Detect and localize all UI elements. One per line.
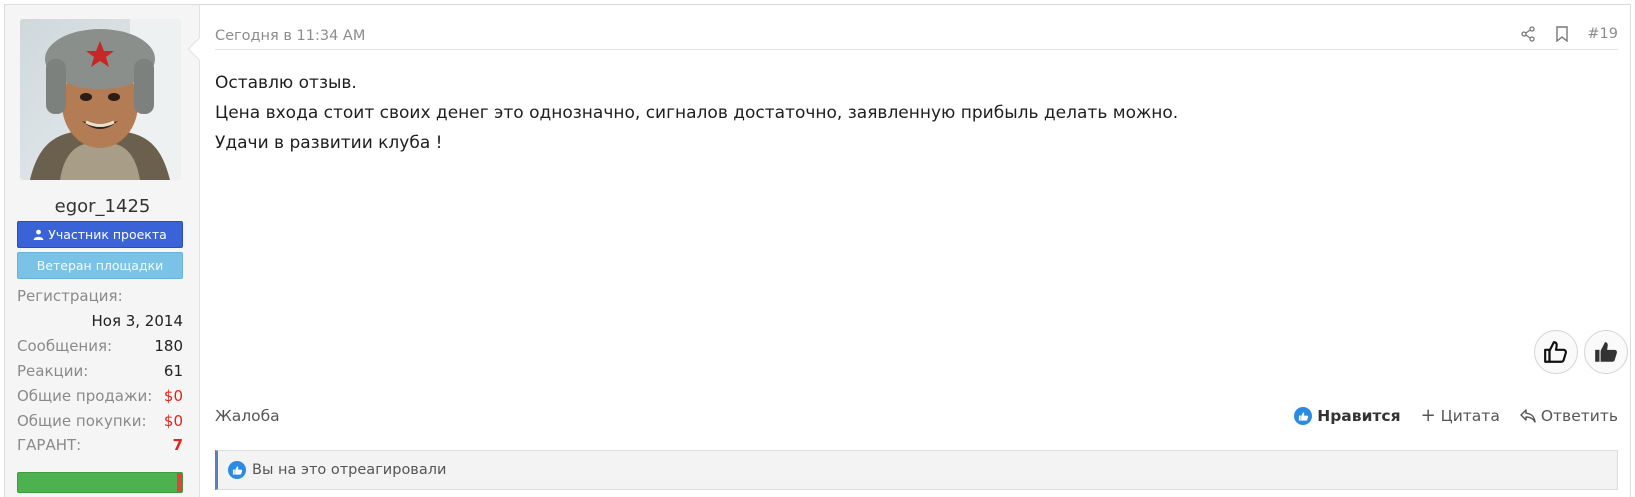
avatar[interactable] (20, 19, 181, 180)
post-number-link[interactable]: #19 (1587, 26, 1618, 42)
report-link[interactable]: Жалоба (215, 407, 280, 425)
messages-label: Сообщения: (17, 337, 113, 355)
reaction-super-like-button[interactable] (1584, 330, 1628, 374)
guarant-label: ГАРАНТ: (17, 436, 82, 454)
reactions-value: 61 (163, 362, 183, 380)
post-footer-actions: Нравится + Цитата Ответить (1294, 407, 1618, 425)
post-message-line: Удачи в развитии клуба ! (215, 133, 443, 153)
purchases-value: $0 (163, 412, 183, 430)
reply-label: Ответить (1540, 407, 1618, 425)
registration-value: Ноя 3, 2014 (91, 312, 183, 330)
like-label: Нравится (1317, 407, 1401, 425)
registration-row: Регистрация: (17, 287, 183, 305)
messages-value: 180 (154, 337, 183, 355)
registration-label: Регистрация: (17, 287, 123, 305)
sales-value: $0 (163, 387, 183, 405)
bookmark-icon[interactable] (1553, 25, 1571, 43)
sales-row: Общие продажи: $0 (17, 387, 183, 405)
guarant-progress-remainder (177, 473, 182, 492)
reply-icon (1520, 409, 1536, 423)
reaction-like-button[interactable] (1534, 330, 1578, 374)
share-icon[interactable] (1519, 25, 1537, 43)
reactions-summary-bar[interactable]: Вы на это отреагировали (215, 450, 1618, 490)
member-banner: Участник проекта (17, 221, 183, 248)
purchases-row: Общие покупки: $0 (17, 412, 183, 430)
post-message-line: Оставлю отзыв. (215, 73, 357, 93)
username[interactable]: egor_1425 (5, 196, 200, 217)
reactions-row: Реакции: 61 (17, 362, 183, 380)
messages-row: Сообщения: 180 (17, 337, 183, 355)
post-main: Сегодня в 11:34 AM #19 Оставлю отзыв. Це… (215, 5, 1630, 497)
user-info-panel: egor_1425 Участник проекта Ветеран площа… (5, 5, 200, 497)
plus-icon: + (1420, 405, 1436, 426)
quote-label: Цитата (1440, 407, 1500, 425)
reply-button[interactable]: Ответить (1520, 407, 1618, 425)
post-header-actions: #19 (1519, 25, 1618, 43)
quote-button[interactable]: + Цитата (1420, 405, 1500, 426)
like-icon (228, 461, 246, 479)
guarant-value: 7 (172, 436, 183, 454)
guarant-row: ГАРАНТ: 7 (17, 436, 183, 454)
like-button[interactable]: Нравится (1294, 407, 1401, 425)
like-icon (1294, 407, 1313, 425)
forum-post: egor_1425 Участник проекта Ветеран площа… (4, 4, 1631, 497)
user-icon (33, 229, 44, 240)
sales-label: Общие продажи: (17, 387, 153, 405)
guarant-progress-bar (17, 472, 183, 493)
post-date[interactable]: Сегодня в 11:34 AM (215, 28, 365, 44)
post-header: Сегодня в 11:34 AM #19 (215, 20, 1618, 50)
post-message: Оставлю отзыв. Цена входа стоит своих де… (215, 68, 1178, 158)
thumbs-up-filled-icon (1595, 342, 1617, 362)
thumbs-up-icon (1544, 341, 1567, 363)
veteran-banner-label: Ветеран площадки (36, 258, 164, 273)
reactions-summary-text: Вы на это отреагировали (252, 462, 447, 478)
member-banner-label: Участник проекта (48, 227, 167, 242)
purchases-label: Общие покупки: (17, 412, 147, 430)
veteran-banner: Ветеран площадки (17, 252, 183, 279)
reactions-label: Реакции: (17, 362, 89, 380)
post-message-line: Цена входа стоит своих денег это однозна… (215, 103, 1179, 123)
